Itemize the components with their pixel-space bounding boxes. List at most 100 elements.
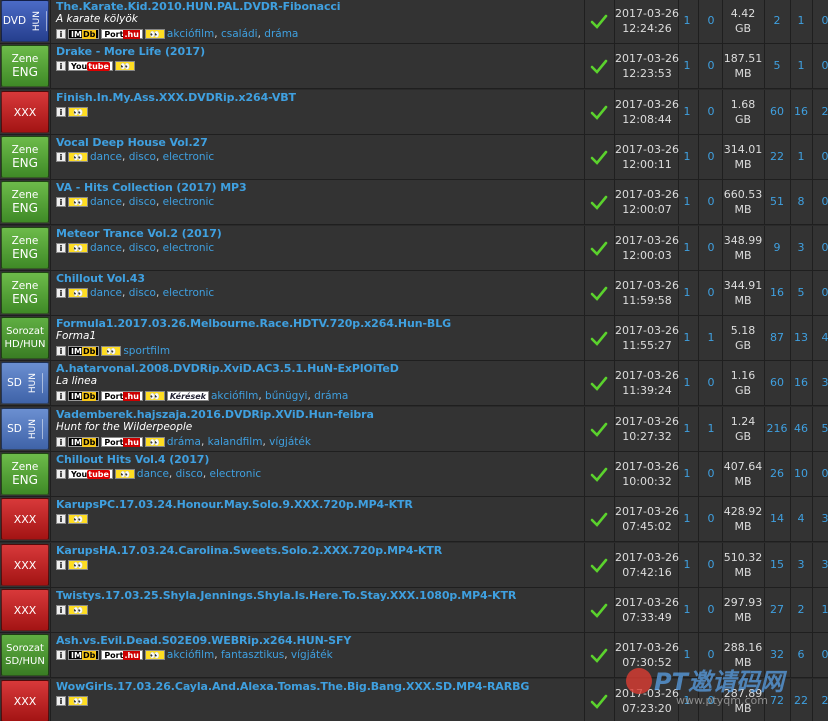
category-icon[interactable]: Zene ENG <box>1 453 49 495</box>
info-icon[interactable]: i <box>56 107 66 117</box>
seeders-count[interactable]: 22 <box>764 150 790 163</box>
files-count[interactable]: 1 <box>679 603 695 616</box>
youtube-link[interactable]: Youtube <box>68 61 113 71</box>
preview-eye-icon[interactable]: 👀 <box>114 469 135 479</box>
genre-link[interactable]: dance <box>90 196 122 208</box>
leechers-count[interactable]: 8 <box>792 195 810 208</box>
port-link[interactable]: Port.hu <box>101 650 143 660</box>
completed-count[interactable]: 2 <box>816 105 828 118</box>
info-icon[interactable]: i <box>56 288 66 298</box>
genre-link[interactable]: családi <box>221 28 258 40</box>
seeders-count[interactable]: 87 <box>764 331 790 344</box>
category-icon[interactable]: Sorozat HD/HUN <box>1 317 49 359</box>
genre-link[interactable]: dráma <box>167 436 201 448</box>
preview-eye-icon[interactable]: 👀 <box>101 346 122 356</box>
preview-eye-icon[interactable]: 👀 <box>144 650 165 660</box>
info-icon[interactable]: i <box>56 514 66 524</box>
genre-link[interactable]: sportfilm <box>123 345 170 357</box>
torrent-title-link[interactable]: Finish.In.My.Ass.XXX.DVDRip.x264-VBT <box>56 91 584 104</box>
seeders-count[interactable]: 14 <box>764 512 790 525</box>
files-count[interactable]: 1 <box>679 150 695 163</box>
genre-link[interactable]: dance <box>137 468 169 480</box>
genre-link[interactable]: vígjáték <box>269 436 311 448</box>
imdb-link[interactable]: IMDb <box>68 650 100 660</box>
leechers-count[interactable]: 10 <box>792 467 810 480</box>
leechers-count[interactable]: 16 <box>792 376 810 389</box>
preview-eye-icon[interactable]: 👀 <box>144 391 165 401</box>
info-icon[interactable]: i <box>56 346 66 356</box>
leechers-count[interactable]: 6 <box>792 648 810 661</box>
genre-link[interactable]: akciófilm <box>167 649 214 661</box>
port-link[interactable]: Port.hu <box>101 437 143 447</box>
torrent-title-link[interactable]: The.Karate.Kid.2010.HUN.PAL.DVDR-Fibonac… <box>56 0 584 13</box>
category-icon[interactable]: Zene ENG <box>1 227 49 269</box>
category-icon[interactable]: XXX <box>1 91 49 133</box>
completed-count[interactable]: 0 <box>816 195 828 208</box>
genre-link[interactable]: dance <box>90 287 122 299</box>
files-count[interactable]: 1 <box>679 331 695 344</box>
leechers-count[interactable]: 3 <box>792 558 810 571</box>
category-icon[interactable]: SD HUN <box>1 362 49 404</box>
files-count[interactable]: 1 <box>679 648 695 661</box>
comments-count[interactable]: 0 <box>702 286 720 299</box>
torrent-title-link[interactable]: KarupsHA.17.03.24.Carolina.Sweets.Solo.2… <box>56 544 584 557</box>
genre-link[interactable]: kalandfilm <box>208 436 263 448</box>
completed-count[interactable]: 0 <box>816 150 828 163</box>
info-icon[interactable]: i <box>56 197 66 207</box>
comments-count[interactable]: 0 <box>702 195 720 208</box>
preview-eye-icon[interactable]: 👀 <box>68 696 88 706</box>
seeders-count[interactable]: 26 <box>764 467 790 480</box>
files-count[interactable]: 1 <box>679 14 695 27</box>
genre-link[interactable]: dance <box>90 151 122 163</box>
preview-eye-icon[interactable]: 👀 <box>144 29 165 39</box>
category-icon[interactable]: Zene ENG <box>1 45 49 87</box>
category-icon[interactable]: Sorozat SD/HUN <box>1 634 49 676</box>
files-count[interactable]: 1 <box>679 376 695 389</box>
preview-eye-icon[interactable]: 👀 <box>68 288 88 298</box>
torrent-title-link[interactable]: Drake - More Life (2017) <box>56 45 584 58</box>
completed-count[interactable]: 0 <box>816 286 828 299</box>
info-icon[interactable]: i <box>56 437 66 447</box>
genre-link[interactable]: electronic <box>210 468 262 480</box>
completed-count[interactable]: 2 <box>816 694 828 707</box>
comments-count[interactable]: 0 <box>702 150 720 163</box>
completed-count[interactable]: 0 <box>816 648 828 661</box>
files-count[interactable]: 1 <box>679 694 695 707</box>
seeders-count[interactable]: 60 <box>764 105 790 118</box>
leechers-count[interactable]: 5 <box>792 286 810 299</box>
request-badge[interactable]: Kérések <box>166 391 209 401</box>
genre-link[interactable]: dance <box>90 242 122 254</box>
torrent-title-link[interactable]: WowGirls.17.03.26.Cayla.And.Alexa.Tomas.… <box>56 680 584 693</box>
preview-eye-icon[interactable]: 👀 <box>68 514 88 524</box>
info-icon[interactable]: i <box>56 650 66 660</box>
completed-count[interactable]: 0 <box>816 467 828 480</box>
seeders-count[interactable]: 51 <box>764 195 790 208</box>
completed-count[interactable]: 0 <box>816 59 828 72</box>
seeders-count[interactable]: 32 <box>764 648 790 661</box>
comments-count[interactable]: 0 <box>702 467 720 480</box>
comments-count[interactable]: 0 <box>702 376 720 389</box>
genre-link[interactable]: dráma <box>264 28 298 40</box>
completed-count[interactable]: 3 <box>816 512 828 525</box>
leechers-count[interactable]: 1 <box>792 59 810 72</box>
leechers-count[interactable]: 46 <box>792 422 810 435</box>
category-icon[interactable]: DVD HUN <box>1 0 49 42</box>
genre-link[interactable]: disco <box>129 151 156 163</box>
leechers-count[interactable]: 4 <box>792 512 810 525</box>
genre-link[interactable]: fantasztikus <box>221 649 284 661</box>
genre-link[interactable]: electronic <box>163 287 215 299</box>
seeders-count[interactable]: 216 <box>764 422 790 435</box>
category-icon[interactable]: Zene ENG <box>1 181 49 223</box>
files-count[interactable]: 1 <box>679 512 695 525</box>
genre-link[interactable]: bűnügyi <box>265 390 307 402</box>
category-icon[interactable]: XXX <box>1 498 49 540</box>
comments-count[interactable]: 0 <box>702 694 720 707</box>
completed-count[interactable]: 1 <box>816 603 828 616</box>
genre-link[interactable]: akciófilm <box>211 390 258 402</box>
completed-count[interactable]: 0 <box>816 14 828 27</box>
imdb-link[interactable]: IMDb <box>68 346 100 356</box>
torrent-title-link[interactable]: A.hatarvonal.2008.DVDRip.XviD.AC3.5.1.Hu… <box>56 362 584 375</box>
files-count[interactable]: 1 <box>679 105 695 118</box>
comments-count[interactable]: 1 <box>702 422 720 435</box>
files-count[interactable]: 1 <box>679 59 695 72</box>
